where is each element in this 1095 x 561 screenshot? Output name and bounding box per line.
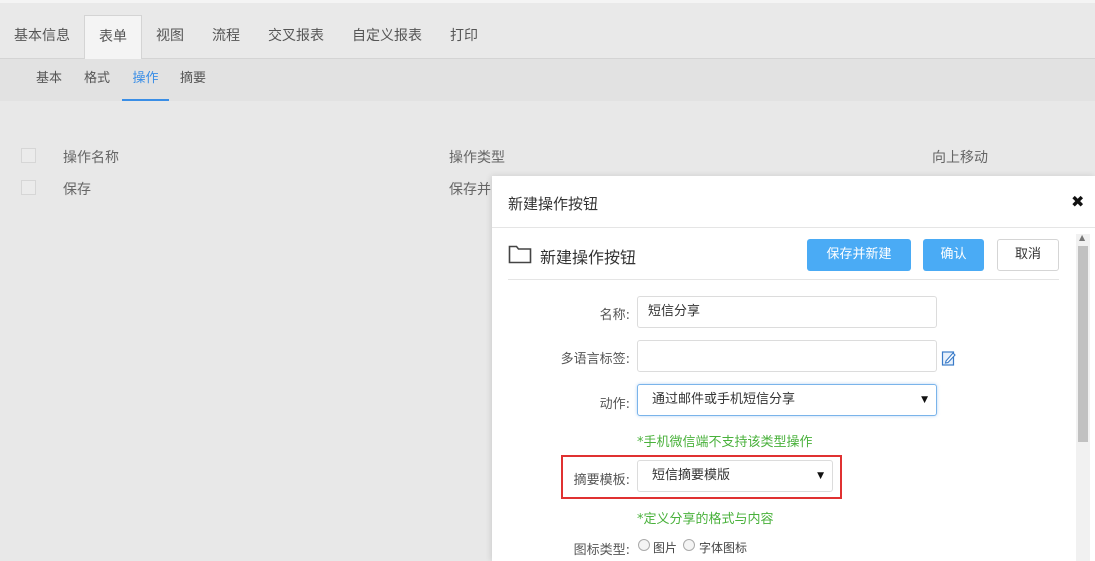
radio-font-icon-label: 字体图标 bbox=[699, 541, 748, 555]
sub-tab-bar: 基本 格式 操作 摘要 bbox=[0, 59, 1095, 101]
section-title: 新建操作按钮 bbox=[540, 248, 637, 267]
tab-cross-report[interactable]: 交叉报表 bbox=[254, 15, 338, 62]
radio-image-label: 图片 bbox=[653, 541, 678, 555]
name-label: 名称: bbox=[599, 308, 630, 323]
modal-title: 新建操作按钮 bbox=[508, 195, 599, 213]
action-hint: *手机微信端不支持该类型操作 bbox=[637, 435, 813, 450]
icon-type-label: 图标类型: bbox=[573, 543, 630, 558]
action-label: 动作: bbox=[599, 397, 630, 412]
chevron-down-icon: ▼ bbox=[817, 471, 824, 481]
template-label: 摘要模板: bbox=[573, 473, 630, 488]
chevron-down-icon: ▼ bbox=[921, 395, 928, 405]
save-and-new-button[interactable]: 保存并新建 bbox=[807, 239, 911, 271]
cancel-button[interactable]: 取消 bbox=[997, 239, 1059, 271]
close-icon[interactable]: ✖ bbox=[1071, 192, 1084, 212]
table-row-type: 保存并 bbox=[449, 182, 491, 198]
column-header-name: 操作名称 bbox=[63, 150, 119, 166]
subtab-summary[interactable]: 摘要 bbox=[170, 59, 216, 101]
name-field[interactable]: 短信分享 bbox=[637, 296, 937, 328]
i18n-label: 多语言标签: bbox=[560, 352, 630, 367]
tab-print[interactable]: 打印 bbox=[436, 15, 492, 62]
scrollbar-thumb[interactable] bbox=[1078, 246, 1088, 442]
tab-view[interactable]: 视图 bbox=[142, 15, 198, 62]
template-select[interactable]: 短信摘要模版 ▼ bbox=[637, 460, 833, 492]
column-header-type: 操作类型 bbox=[449, 150, 505, 166]
confirm-button[interactable]: 确认 bbox=[923, 239, 984, 271]
select-all-checkbox[interactable] bbox=[21, 148, 36, 163]
tab-flow[interactable]: 流程 bbox=[198, 15, 254, 62]
row-checkbox[interactable] bbox=[21, 180, 36, 195]
top-tab-bar: 基本信息 表单 视图 流程 交叉报表 自定义报表 打印 bbox=[0, 0, 1095, 63]
table-row-name: 保存 bbox=[63, 182, 91, 198]
radio-font-icon[interactable] bbox=[683, 539, 695, 551]
subtab-format[interactable]: 格式 bbox=[74, 59, 120, 101]
subtab-operation[interactable]: 操作 bbox=[122, 59, 169, 101]
action-select[interactable]: 通过邮件或手机短信分享 ▼ bbox=[637, 384, 937, 416]
tab-form[interactable]: 表单 bbox=[84, 15, 142, 63]
i18n-field[interactable] bbox=[637, 340, 937, 372]
folder-icon bbox=[508, 245, 532, 264]
template-hint: *定义分享的格式与内容 bbox=[637, 512, 774, 527]
new-operation-modal: 新建操作按钮 ✖ 新建操作按钮 保存并新建 确认 取消 名称: 短信分享 多语言… bbox=[492, 176, 1095, 561]
tab-basic-info[interactable]: 基本信息 bbox=[0, 15, 84, 62]
tab-custom-report[interactable]: 自定义报表 bbox=[338, 15, 436, 62]
modal-header: 新建操作按钮 ✖ bbox=[492, 176, 1095, 228]
edit-icon[interactable] bbox=[941, 349, 957, 367]
section-header: 新建操作按钮 保存并新建 确认 取消 bbox=[508, 239, 1059, 280]
column-header-move-up: 向上移动 bbox=[932, 150, 988, 166]
action-select-value: 通过邮件或手机短信分享 bbox=[652, 392, 796, 407]
template-select-value: 短信摘要模版 bbox=[652, 468, 731, 483]
subtab-basic[interactable]: 基本 bbox=[26, 59, 72, 101]
radio-image[interactable] bbox=[638, 539, 650, 551]
scroll-up-icon[interactable]: ▲ bbox=[1079, 233, 1085, 242]
